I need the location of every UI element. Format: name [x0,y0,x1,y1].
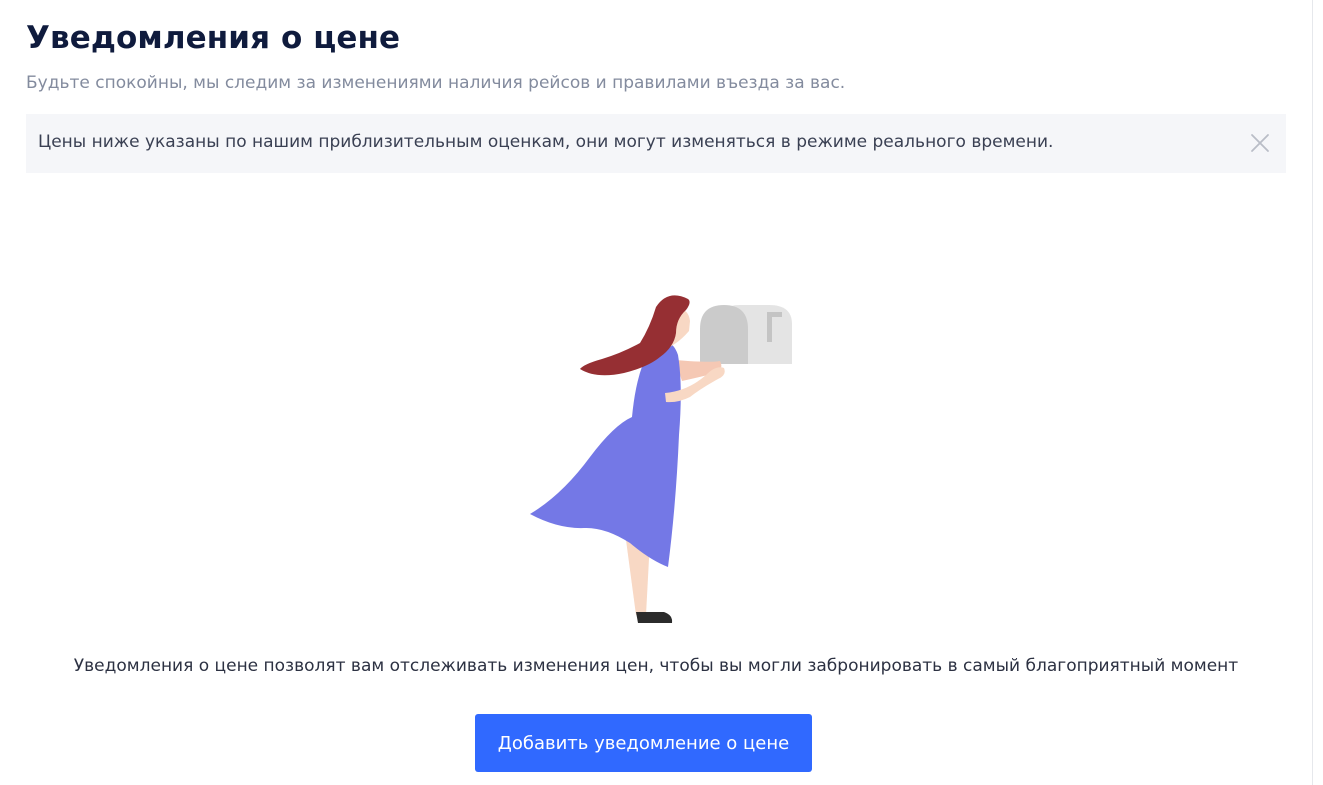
close-icon[interactable] [1250,133,1270,153]
add-price-alert-button[interactable]: Добавить уведомление о цене [475,714,812,772]
info-notice: Цены ниже указаны по нашим приблизительн… [26,114,1286,173]
panel-border [1312,0,1313,785]
price-alerts-page: Уведомления о цене Будьте спокойны, мы с… [0,0,1323,785]
empty-state-description: Уведомления о цене позволят вам отслежив… [73,656,1239,676]
mailbox-icon [700,305,792,364]
page-subtitle: Будьте спокойны, мы следим за изменениям… [26,73,846,93]
page-title: Уведомления о цене [26,20,401,56]
notice-text: Цены ниже указаны по нашим приблизительн… [38,132,1054,152]
woman-with-mailbox-illustration [530,295,792,623]
